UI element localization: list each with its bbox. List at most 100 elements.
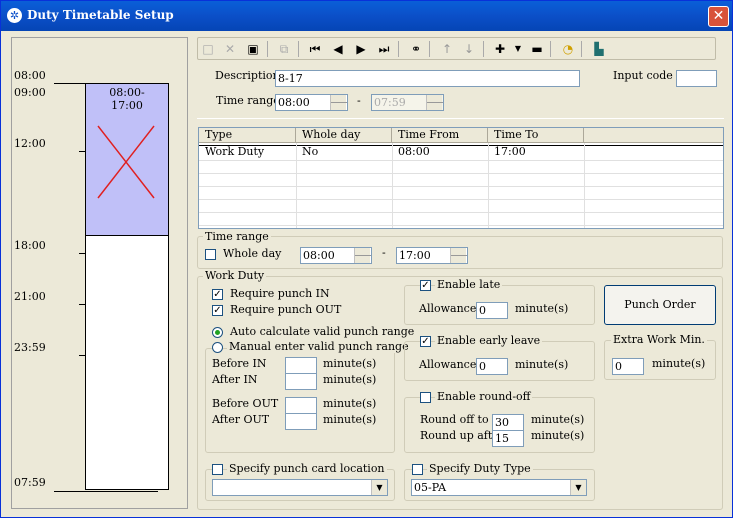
round-off-label: Round off to (420, 413, 489, 426)
chevron-down-icon[interactable]: ▼ (508, 39, 528, 59)
after-out-label: After OUT (212, 413, 270, 426)
manual-enter-radio[interactable] (212, 342, 223, 353)
round-up-input[interactable]: 15 (492, 430, 524, 447)
whole-day-checkbox[interactable] (205, 249, 216, 260)
timeline-label-0900: 09:00 (14, 86, 46, 99)
last-icon[interactable]: ⏭ (374, 39, 394, 59)
enable-late-label: Enable late (435, 278, 503, 291)
time-to-value: 07:59 (374, 96, 406, 109)
require-out-checkbox[interactable]: ✓ (212, 305, 223, 316)
arrow-down-icon[interactable]: ↓ (459, 39, 479, 59)
after-out-input[interactable] (285, 413, 317, 430)
first-icon[interactable]: ⏮ (305, 39, 325, 59)
toolbar-separator (398, 41, 399, 57)
enable-early-checkbox[interactable]: ✓ (420, 336, 431, 347)
delete-icon[interactable]: ✕ (220, 39, 240, 59)
app-icon: ✲ (7, 8, 22, 23)
duty-type-select[interactable]: 05-PA (411, 479, 587, 496)
punch-order-button[interactable]: Punch Order (604, 285, 716, 325)
input-code-field[interactable] (676, 70, 717, 87)
enable-roundoff-checkbox[interactable] (420, 392, 431, 403)
col-line (584, 143, 585, 228)
manual-enter-label: Manual enter valid punch range (227, 340, 411, 353)
require-in-checkbox[interactable]: ✓ (212, 289, 223, 300)
location-select[interactable] (212, 479, 388, 496)
late-allowance-input[interactable]: 0 (476, 302, 508, 319)
timeline-label-1200: 12:00 (14, 137, 46, 150)
clock-icon[interactable]: ◔ (558, 39, 578, 59)
timeline-label-2359: 23:59 (14, 341, 46, 354)
duty-block-label-start: 08:00- (109, 86, 145, 99)
duty-table[interactable]: Type Whole day Time From Time To Work Du… (198, 127, 724, 229)
after-in-input[interactable] (285, 373, 317, 390)
row-line (199, 212, 723, 213)
toolbar-separator (267, 41, 268, 57)
row-line (199, 186, 723, 187)
copy-icon[interactable]: ⧉ (274, 39, 294, 59)
early-allowance-input[interactable]: 0 (476, 358, 508, 375)
range-from-spinner[interactable] (354, 248, 371, 263)
column-header-empty (584, 128, 723, 143)
chevron-down-icon[interactable]: ▼ (570, 480, 586, 495)
column-header-time-from[interactable]: Time From (392, 128, 488, 143)
col-line (392, 143, 393, 228)
divider (197, 118, 724, 119)
range-to-spinner[interactable] (450, 248, 467, 263)
row-focus-line (199, 145, 723, 146)
enable-roundoff-label: Enable round-off (435, 390, 533, 403)
after-in-label: After IN (212, 373, 258, 386)
description-label: Description (215, 69, 280, 82)
time-to-spinner[interactable] (426, 95, 443, 110)
before-in-label: Before IN (212, 357, 267, 370)
specify-duty-type-label: Specify Duty Type (427, 462, 533, 475)
toolbar-separator (581, 41, 582, 57)
enable-late-checkbox[interactable]: ✓ (420, 280, 431, 291)
duty-timetable-window: ✲ Duty Timetable Setup ✕ 08:00 09:00 12:… (0, 0, 733, 518)
binoculars-icon[interactable]: ⚭ (406, 39, 426, 59)
minus-icon[interactable]: ▬ (527, 39, 547, 59)
require-in-label: Require punch IN (230, 287, 330, 300)
extra-work-input[interactable]: 0 (612, 358, 644, 375)
late-allowance-unit: minute(s) (515, 302, 569, 315)
row-line (199, 225, 723, 226)
range-to-value: 17:00 (399, 249, 431, 262)
auto-calc-label: Auto calculate valid punch range (230, 325, 415, 338)
description-input[interactable]: 8-17 (275, 70, 580, 87)
plus-icon[interactable]: ✚ (490, 39, 510, 59)
enable-early-label: Enable early leave (435, 334, 543, 347)
prev-icon[interactable]: ◀ (328, 39, 348, 59)
column-header-type[interactable]: Type (199, 128, 296, 143)
new-icon[interactable]: □ (198, 39, 218, 59)
specify-duty-type-checkbox[interactable] (412, 464, 423, 475)
close-button[interactable]: ✕ (708, 6, 729, 27)
range-dash: - (382, 246, 386, 259)
time-from-spinner[interactable] (330, 95, 347, 110)
row-line (199, 173, 723, 174)
exit-icon[interactable]: ▙ (589, 39, 609, 59)
timeline-tick (54, 83, 86, 84)
col-line (488, 143, 489, 228)
next-icon[interactable]: ▶ (351, 39, 371, 59)
range-from-value: 08:00 (303, 249, 335, 262)
before-in-unit: minute(s) (323, 357, 377, 370)
timeline-label-0800: 08:00 (14, 69, 46, 82)
specify-location-checkbox[interactable] (212, 464, 223, 475)
timeline-tick (54, 491, 158, 492)
toolbar-separator (429, 41, 430, 57)
extra-work-title: Extra Work Min. (611, 333, 707, 346)
title-bar[interactable]: ✲ Duty Timetable Setup ✕ (1, 1, 732, 31)
toolbar-separator (483, 41, 484, 57)
round-off-unit: minute(s) (531, 413, 585, 426)
duty-block[interactable]: 08:00- 17:00 (85, 83, 169, 236)
column-header-time-to[interactable]: Time To (488, 128, 584, 143)
save-icon[interactable]: ▣ (243, 39, 263, 59)
before-in-input[interactable] (285, 357, 317, 374)
column-header-whole-day[interactable]: Whole day (296, 128, 392, 143)
arrow-up-icon[interactable]: ↑ (437, 39, 457, 59)
chevron-down-icon[interactable]: ▼ (371, 480, 387, 495)
specify-location-label: Specify punch card location (227, 462, 387, 475)
auto-calc-radio[interactable] (212, 327, 223, 338)
early-allowance-label: Allowance (419, 358, 477, 371)
timeline-label-0759: 07:59 (14, 476, 46, 489)
before-out-input[interactable] (285, 397, 317, 414)
